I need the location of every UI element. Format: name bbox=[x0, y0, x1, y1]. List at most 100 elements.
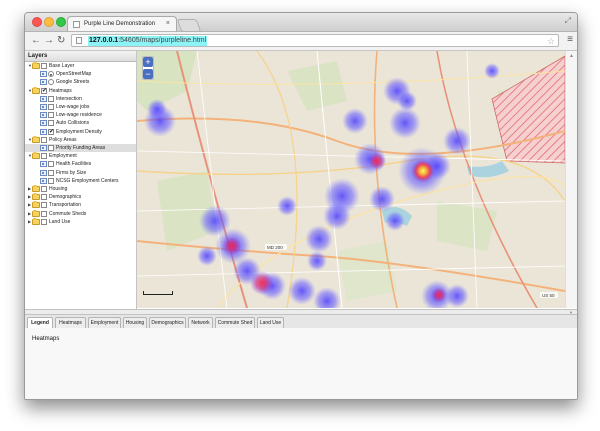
layer-group[interactable]: ▼ Policy Areas bbox=[25, 135, 136, 144]
layer-icon bbox=[40, 177, 47, 184]
layer-checkbox[interactable] bbox=[41, 210, 47, 217]
layer-checkbox[interactable] bbox=[48, 177, 54, 184]
layer-label: Heatmaps bbox=[49, 87, 72, 94]
layer-group[interactable]: ▶ Land Use bbox=[25, 217, 136, 226]
layer-checkbox[interactable]: ✔ bbox=[41, 87, 47, 94]
layer-group[interactable]: ▶ Demographics bbox=[25, 193, 136, 201]
layer-group[interactable]: ▶ Housing bbox=[25, 185, 136, 193]
layers-panel: Layers ▼ Base Layer ● OpenStreetMap Google S… bbox=[25, 51, 137, 309]
maximize-window-button[interactable] bbox=[56, 17, 66, 27]
layer-checkbox[interactable] bbox=[41, 153, 47, 160]
map-canvas[interactable]: MD 200 US 50 bbox=[137, 51, 565, 308]
folder-icon bbox=[32, 152, 40, 160]
layer-checkbox[interactable] bbox=[48, 145, 54, 151]
layer-item[interactable]: ● OpenStreetMap bbox=[25, 70, 136, 78]
layer-item[interactable]: Auto Collisions bbox=[25, 119, 136, 127]
layer-label: Employment Density bbox=[56, 128, 102, 135]
layer-label: Google Streets bbox=[56, 79, 90, 86]
map-view[interactable]: MD 200 US 50 + − bbox=[137, 51, 565, 308]
layer-checkbox[interactable] bbox=[41, 186, 47, 192]
reload-button[interactable]: ↻ bbox=[57, 34, 65, 47]
layer-label: Housing bbox=[49, 186, 68, 192]
layer-checkbox[interactable] bbox=[41, 63, 47, 69]
back-button[interactable]: ← bbox=[31, 34, 41, 47]
zoom-out-button[interactable]: − bbox=[143, 69, 153, 79]
page-info-icon[interactable] bbox=[76, 37, 82, 44]
layer-checkbox[interactable] bbox=[41, 218, 47, 225]
layer-checkbox[interactable] bbox=[41, 136, 47, 143]
layer-checkbox[interactable]: ✔ bbox=[48, 128, 54, 135]
folder-icon bbox=[32, 62, 40, 69]
tab-network[interactable]: Network bbox=[188, 317, 213, 328]
tab-title: Purple Line Demonstration bbox=[84, 21, 156, 27]
folder-icon bbox=[32, 193, 40, 201]
bottom-tab-strip: Legend Heatmaps Employment Housing Demograph… bbox=[25, 315, 577, 329]
layer-checkbox[interactable] bbox=[41, 194, 47, 201]
zoom-control: + − bbox=[142, 56, 154, 80]
layer-group[interactable]: ▶ Commute Sheds bbox=[25, 209, 136, 218]
road-label-md200: MD 200 bbox=[267, 245, 283, 250]
layer-icon bbox=[40, 95, 47, 102]
layer-radio[interactable] bbox=[48, 79, 54, 86]
layer-group[interactable]: ▼ Base Layer bbox=[25, 62, 136, 70]
layer-item[interactable]: Low-wage jobs bbox=[25, 103, 136, 111]
layer-item[interactable]: Low-wage residence bbox=[25, 111, 136, 119]
layer-item[interactable]: NCSG Employment Centers bbox=[25, 177, 136, 185]
layer-radio[interactable]: ● bbox=[48, 71, 54, 78]
layer-item[interactable]: Firms by Size bbox=[25, 169, 136, 177]
tab-close-icon[interactable]: × bbox=[166, 17, 170, 31]
tab-housing[interactable]: Housing bbox=[123, 317, 147, 328]
layer-icon bbox=[40, 79, 47, 86]
browser-tab[interactable]: Purple Line Demonstration × bbox=[67, 16, 177, 31]
layer-icon bbox=[40, 128, 47, 135]
forward-button[interactable]: → bbox=[44, 34, 54, 47]
layer-item[interactable]: ✔ Employment Density bbox=[25, 128, 136, 136]
new-tab-button[interactable] bbox=[176, 19, 202, 32]
layer-icon bbox=[40, 104, 47, 110]
layer-label: Health Facilities bbox=[56, 161, 92, 168]
folder-icon bbox=[32, 217, 40, 225]
layer-checkbox[interactable] bbox=[48, 104, 54, 110]
layer-checkbox[interactable] bbox=[48, 161, 54, 168]
browser-toolbar: ← → ↻ 127.0.0.1:54605/maps/purpleline.ht… bbox=[25, 32, 577, 51]
scroll-up-icon[interactable]: ▲ bbox=[569, 53, 574, 59]
layer-label: Demographics bbox=[49, 194, 82, 201]
legend-heading: Heatmaps bbox=[32, 336, 60, 342]
layer-checkbox[interactable] bbox=[41, 202, 47, 209]
layers-header: Layers bbox=[25, 51, 136, 62]
folder-icon bbox=[32, 209, 40, 217]
layer-icon bbox=[40, 161, 47, 168]
fullscreen-icon[interactable]: ⤢ bbox=[565, 16, 571, 26]
folder-icon bbox=[32, 185, 40, 192]
tab-heatmaps[interactable]: Heatmaps bbox=[55, 317, 86, 328]
tab-employment[interactable]: Employment bbox=[88, 317, 121, 328]
close-window-button[interactable] bbox=[32, 17, 42, 27]
zoom-in-button[interactable]: + bbox=[143, 57, 153, 67]
layer-group[interactable]: ▶ Transportation bbox=[25, 201, 136, 209]
tab-demographics[interactable]: Demographics bbox=[149, 317, 186, 328]
layer-checkbox[interactable] bbox=[48, 169, 54, 176]
tab-land-use[interactable]: Land Use bbox=[257, 317, 284, 328]
bookmark-star-icon[interactable]: ☆ bbox=[547, 35, 555, 48]
minimize-window-button[interactable] bbox=[44, 17, 54, 27]
address-bar[interactable]: 127.0.0.1:54605/maps/purpleline.html ☆ bbox=[71, 34, 559, 47]
layer-label: Base Layer bbox=[49, 63, 75, 69]
layer-checkbox[interactable] bbox=[48, 95, 54, 102]
tab-commute-shed[interactable]: Commute Shed bbox=[215, 317, 255, 328]
layer-checkbox[interactable] bbox=[48, 120, 54, 127]
url-text[interactable]: 127.0.0.1:54605/maps/purpleline.html bbox=[88, 36, 208, 46]
layer-item[interactable]: Priority Funding Areas bbox=[25, 144, 136, 152]
menu-icon[interactable]: ≡ bbox=[567, 34, 573, 45]
page-favicon-icon bbox=[73, 21, 80, 28]
layer-icon bbox=[40, 120, 47, 127]
layer-checkbox[interactable] bbox=[48, 112, 54, 119]
layer-item[interactable]: Google Streets bbox=[25, 78, 136, 86]
layer-label: Land Use bbox=[49, 218, 71, 225]
map-scrollbar[interactable]: ▲ bbox=[565, 51, 577, 308]
layer-item[interactable]: Intersection bbox=[25, 95, 136, 103]
layer-group[interactable]: ▼ ✔ Heatmaps bbox=[25, 86, 136, 95]
layer-icon bbox=[40, 169, 47, 176]
folder-icon bbox=[32, 86, 40, 94]
layer-group[interactable]: ▼ Employment bbox=[25, 152, 136, 160]
layer-item[interactable]: Health Facilities bbox=[25, 160, 136, 168]
